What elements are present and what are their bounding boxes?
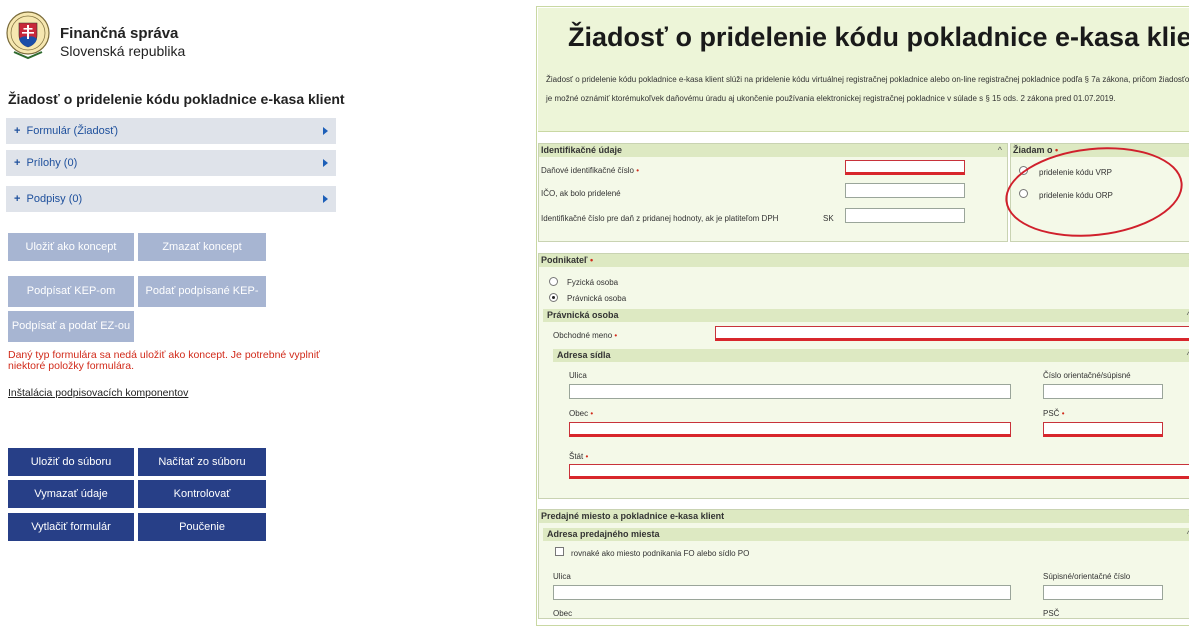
section-header: Predajné miesto a pokladnice e-kasa klie… [539,510,1189,523]
subsection-header: Adresa sídla ^ [553,349,1189,362]
subsection-header: Adresa predajného miesta ^ [543,528,1189,541]
same-as-label: rovnaké ako miesto podnikania FO alebo s… [571,549,749,558]
accordion-formular[interactable]: + Formulár (Žiadosť) [6,118,336,144]
arrow-right-icon [323,195,328,203]
radio-pravnicka-osoba[interactable] [549,293,558,302]
business-name-label: Obchodné meno • [553,331,617,340]
load-from-file-button[interactable]: Načítať zo súboru [138,448,266,476]
accordion-label: Prílohy (0) [27,157,78,169]
section-shop: Predajné miesto a pokladnice e-kasa klie… [538,509,1189,619]
zip-label: PSČ • [1043,409,1065,418]
section-entrepreneur: Podnikateľ • ^ Fyzická osoba Právnická o… [538,253,1189,499]
draft-warning: Daný typ formulára sa nedá uložiť ako ko… [8,350,328,372]
dic-label: Daňové identifikačné číslo • [541,166,639,175]
section-title: Podnikateľ [541,255,587,265]
section-title: Identifikačné údaje [541,145,622,155]
icdph-label: Identifikačné číslo pre daň z pridanej h… [541,214,778,223]
form-area: Žiadosť o pridelenie kódu pokladnice e-k… [510,0,1189,613]
street-input[interactable] [569,384,1011,399]
city-label: Obec • [569,409,593,418]
shop-number-label: Súpisné/orientačné číslo [1043,572,1130,581]
help-button[interactable]: Poučenie [138,513,266,541]
radio-po-label: Právnická osoba [567,294,626,303]
clear-data-button[interactable]: Vymazať údaje [8,480,134,508]
chevron-up-icon[interactable]: ^ [998,145,1002,155]
subsection-title: Právnická osoba [547,310,619,320]
subsection-title: Adresa sídla [557,350,611,360]
save-to-file-button[interactable]: Uložiť do súboru [8,448,134,476]
ico-label: IČO, ak bolo pridelené [541,189,621,198]
same-as-checkbox[interactable] [555,547,564,556]
shop-street-label: Ulica [553,572,571,581]
shop-city-label: Obec [553,609,572,618]
shop-number-input[interactable] [1043,585,1163,600]
section-header: Identifikačné údaje ^ [539,144,1007,157]
section-header: Podnikateľ • ^ [539,254,1189,267]
section-title: Žiadam o [1013,145,1053,155]
plus-icon: + [14,157,20,169]
subsection-title: Adresa predajného miesta [547,529,660,539]
install-components-link[interactable]: Inštalácia podpisovacích komponentov [8,387,188,399]
section-identification: Identifikačné údaje ^ Daňové identifikač… [538,143,1008,242]
zip-input[interactable] [1043,422,1163,437]
delete-draft-button[interactable]: Zmazať koncept [138,233,266,261]
submit-signed-kep-button[interactable]: Podať podpísané KEP-om [138,276,266,307]
country-label: Štát • [569,452,588,461]
radio-fyzicka-osoba[interactable] [549,277,558,286]
business-name-input[interactable] [715,326,1189,341]
radio-fo-label: Fyzická osoba [567,278,618,287]
save-draft-button[interactable]: Uložiť ako koncept [8,233,134,261]
coat-of-arms-logo [6,8,50,62]
plus-icon: + [14,193,20,205]
country-input[interactable] [569,464,1189,479]
accordion-podpisy[interactable]: + Podpisy (0) [6,186,336,212]
arrow-right-icon [323,127,328,135]
accordion-label: Formulár (Žiadosť) [27,125,119,137]
ico-input[interactable] [845,183,965,198]
form-title: Žiadosť o pridelenie kódu pokladnice e-k… [568,22,1189,53]
form-header: Žiadosť o pridelenie kódu pokladnice e-k… [538,8,1189,132]
brand-subtitle: Slovenská republika [60,43,185,59]
icdph-input[interactable] [845,208,965,223]
dic-input[interactable] [845,160,965,175]
sidebar-form-title: Žiadosť o pridelenie kódu pokladnice e-k… [8,91,345,107]
sign-submit-ez-button[interactable]: Podpísať a podať EZ-ou [8,311,134,342]
print-form-button[interactable]: Vytlačiť formulár [8,513,134,541]
plus-icon: + [14,125,20,137]
accordion-label: Podpisy (0) [27,193,83,205]
shop-zip-label: PSČ [1043,609,1059,618]
arrow-right-icon [323,159,328,167]
check-button[interactable]: Kontrolovať [138,480,266,508]
sign-kep-button[interactable]: Podpísať KEP-om [8,276,134,307]
number-label: Číslo orientačné/súpisné [1043,371,1131,380]
section-title: Predajné miesto a pokladnice e-kasa klie… [541,511,724,521]
icdph-prefix: SK [823,214,834,223]
accordion-prilohy[interactable]: + Prílohy (0) [6,150,336,176]
brand-title: Finančná správa [60,25,185,42]
subsection-header: Právnická osoba ^ [543,309,1189,322]
brand: Finančná správa Slovenská republika [60,25,185,59]
street-label: Ulica [569,371,587,380]
sidebar: Finančná správa Slovenská republika Žiad… [0,0,345,613]
shop-street-input[interactable] [553,585,1011,600]
number-input[interactable] [1043,384,1163,399]
city-input[interactable] [569,422,1011,437]
form-description: Žiadosť o pridelenie kódu pokladnice e-k… [546,70,1189,108]
